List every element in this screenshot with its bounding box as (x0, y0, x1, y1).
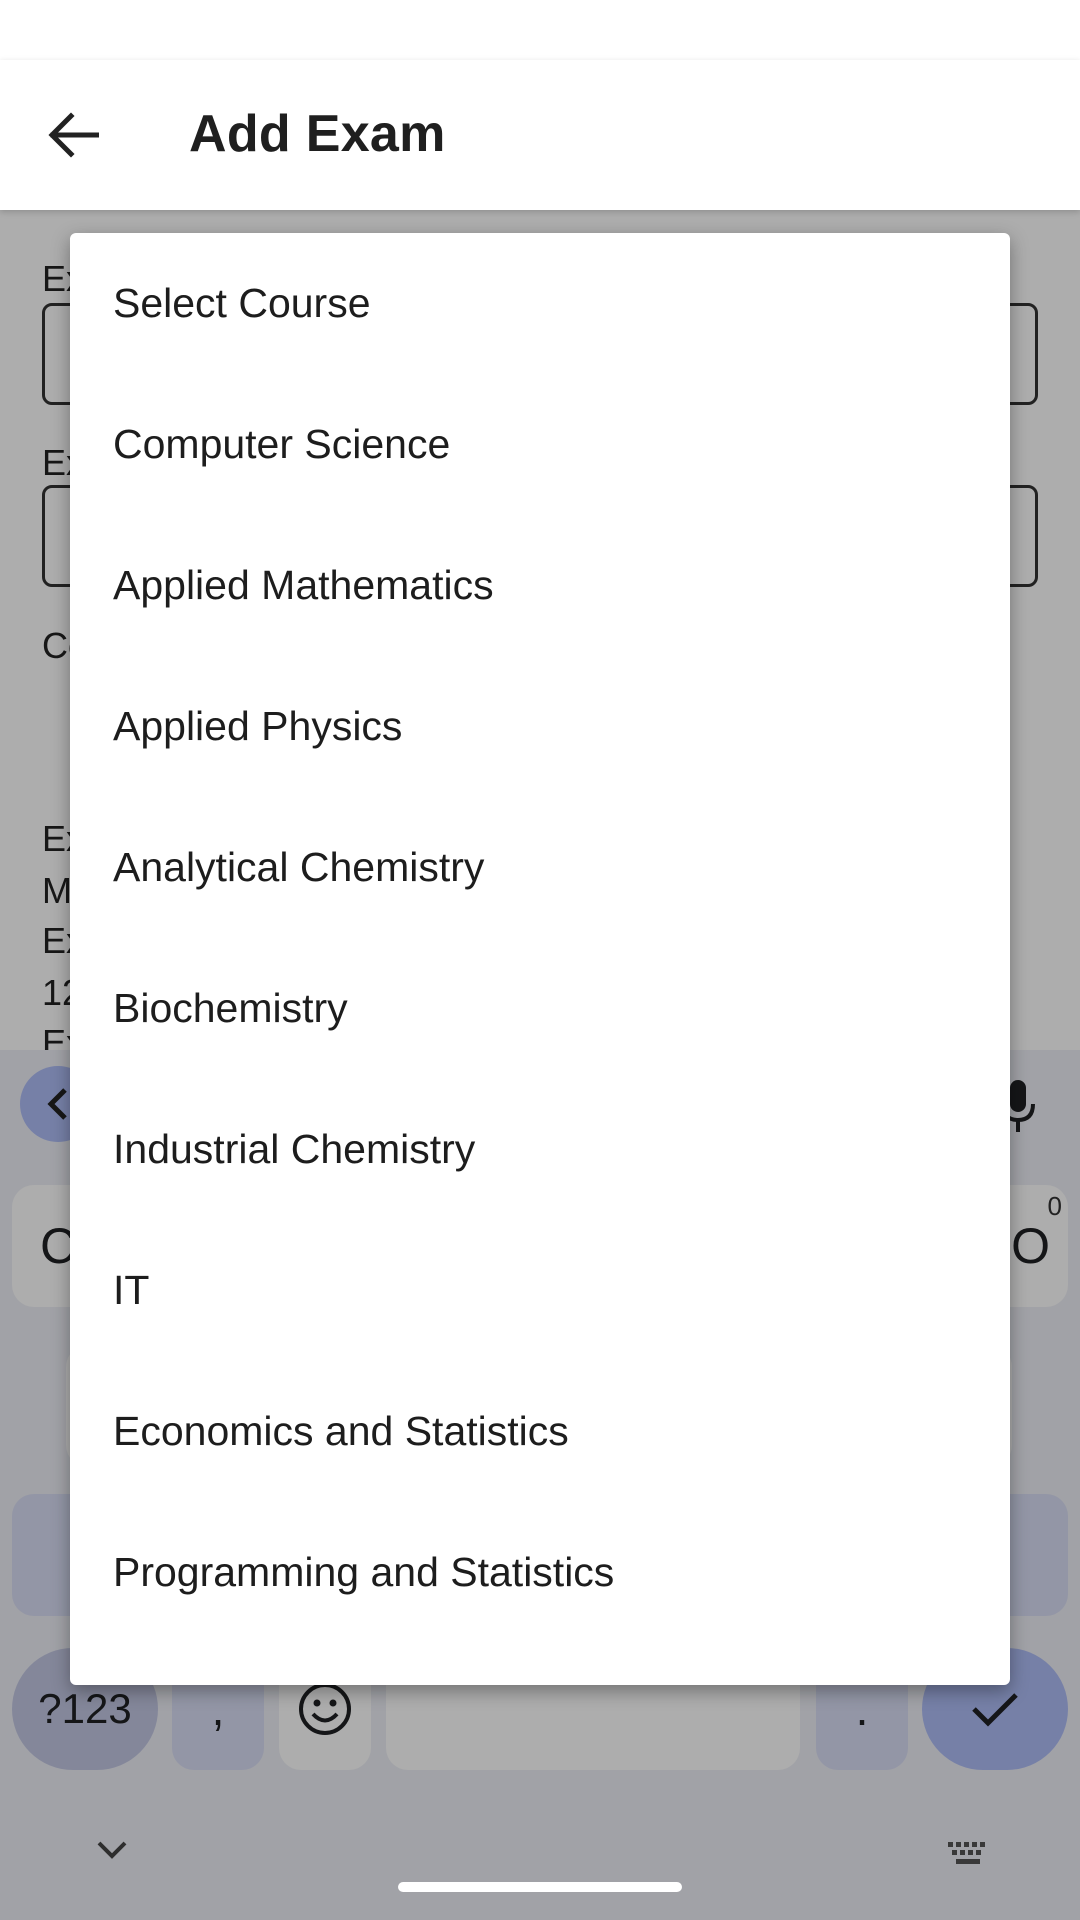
dropdown-item-label: Economics and Statistics (113, 1408, 569, 1454)
dropdown-item-label: Applied Physics (113, 703, 403, 749)
screen: Add Exam Ex Ex Co Ex M Ex 12 Ex C O 0 ?1… (0, 0, 1080, 1920)
dropdown-item-select-course[interactable]: Select Course (70, 233, 1010, 374)
dropdown-item-label: Programming and Statistics (113, 1549, 615, 1595)
dropdown-item-analytical-chemistry[interactable]: Analytical Chemistry (70, 797, 1010, 938)
dropdown-item-label: Biochemistry (113, 985, 348, 1031)
status-bar (0, 0, 1080, 60)
app-bar: Add Exam (0, 60, 1080, 210)
dropdown-item-applied-mathematics[interactable]: Applied Mathematics (70, 515, 1010, 656)
dropdown-item-programming-and-statistics[interactable]: Programming and Statistics (70, 1502, 1010, 1643)
dropdown-item-biochemistry[interactable]: Biochemistry (70, 938, 1010, 1079)
dropdown-item-label: Analytical Chemistry (113, 844, 485, 890)
course-dropdown-list: Select Course Computer Science Applied M… (70, 233, 1010, 1685)
dropdown-item-label: Computer Science (113, 421, 451, 467)
dropdown-item-label: Applied Mathematics (113, 562, 494, 608)
dropdown-item-it[interactable]: IT (70, 1220, 1010, 1361)
dropdown-item-industrial-chemistry[interactable]: Industrial Chemistry (70, 1079, 1010, 1220)
dropdown-item-computer-science[interactable]: Computer Science (70, 374, 1010, 515)
home-indicator[interactable] (398, 1882, 682, 1892)
dropdown-item-economics-and-statistics[interactable]: Economics and Statistics (70, 1361, 1010, 1502)
dropdown-item-label: Industrial Chemistry (113, 1126, 476, 1172)
back-button[interactable] (38, 105, 108, 165)
dropdown-item-applied-physics[interactable]: Applied Physics (70, 656, 1010, 797)
page-title: Add Exam (189, 105, 446, 163)
arrow-back-icon (48, 112, 99, 158)
dropdown-item-label: Select Course (113, 280, 371, 326)
dropdown-item-label: IT (113, 1267, 150, 1313)
